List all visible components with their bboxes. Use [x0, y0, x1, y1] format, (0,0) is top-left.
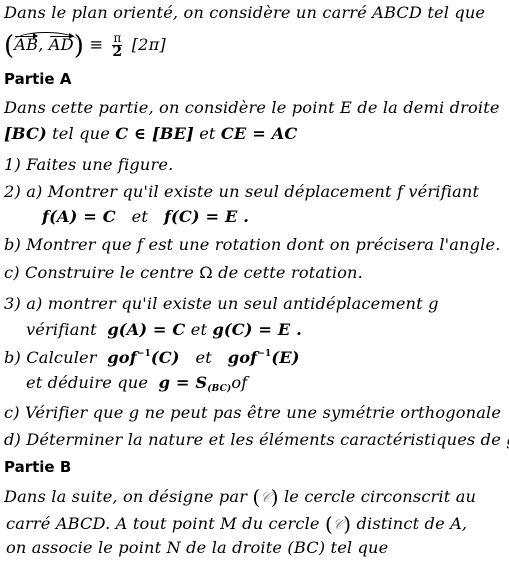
question-3a-line-1: 3) a) montrer qu'il existe un seul antid…: [4, 294, 439, 313]
question-2b: b) Montrer que f est une rotation dont o…: [4, 235, 501, 254]
partie-b-line-1: Dans la suite, on désigne par (𝒞) le cer…: [4, 485, 476, 509]
equiv-symbol: ≡: [89, 35, 104, 54]
partie-b-heading: Partie B: [4, 458, 72, 476]
partie-a-intro-line-2: [BC) tel que C ∈ [BE] et CE = AC: [4, 124, 297, 143]
close-paren: ): [270, 485, 279, 509]
close-paren: ): [343, 512, 352, 536]
f-c-eq-e: f(C) = E .: [163, 207, 250, 226]
intro-line-1: Dans le plan orienté, on considère un ca…: [4, 3, 486, 22]
text: et: [195, 348, 212, 367]
condition-ce-eq-ac: CE = AC: [220, 124, 298, 143]
half-line-bc: [BC): [4, 124, 47, 143]
circle-c-symbol: 𝒞: [260, 490, 271, 506]
close-paren: ): [73, 31, 85, 61]
text: le cercle circonscrit au: [283, 487, 477, 506]
question-3a-line-2: vérifiant g(A) = C et g(C) = E .: [26, 320, 302, 339]
angle-condition: (AB, AD) ≡ π2 [2π]: [4, 31, 166, 61]
vector-ad: AD: [48, 33, 74, 54]
question-3c: c) Vérifier que g ne peut pas être une s…: [4, 403, 502, 422]
text: de cette rotation.: [218, 263, 363, 282]
question-2c: c) Construire le centre Ω de cette rotat…: [4, 263, 363, 282]
question-3b-line-1: b) Calculer gof−1(C) et gof−1(E): [4, 348, 300, 367]
gof-inv-e: gof−1(E): [227, 348, 300, 367]
text: carré ABCD. A tout point M du cercle: [6, 514, 320, 533]
text: vérifiant: [26, 320, 97, 339]
fraction-pi-over-2: π2: [112, 32, 123, 60]
partie-b-line-2: carré ABCD. A tout point M du cercle (𝒞)…: [6, 512, 467, 536]
partie-b-line-3: on associe le point N de la droite (BC) …: [6, 538, 389, 557]
question-1: 1) Faites une figure.: [4, 155, 174, 174]
question-3d: d) Déterminer la nature et les éléments …: [4, 430, 509, 449]
text: tel que: [52, 124, 110, 143]
text: et déduire que: [26, 373, 149, 392]
g-eq-s-bc-of: g = S(BC)of: [158, 373, 248, 394]
partie-a-heading: Partie A: [4, 70, 72, 88]
open-paren: (: [324, 512, 333, 536]
text: et: [131, 207, 149, 226]
circle-c-symbol: 𝒞: [332, 517, 344, 533]
omega-symbol: Ω: [199, 263, 213, 282]
modulo-2pi: [2π]: [131, 35, 166, 54]
partie-a-intro-line-1: Dans cette partie, on considère le point…: [4, 98, 500, 117]
condition-c-in-be: C ∈ [BE]: [115, 124, 194, 143]
g-c-eq-e: g(C) = E .: [212, 320, 302, 339]
text: c) Construire le centre: [4, 263, 194, 282]
question-2a-line-2: f(A) = C et f(C) = E .: [42, 207, 249, 226]
fraction-denominator: 2: [112, 44, 123, 60]
open-paren: (: [4, 31, 15, 61]
question-2a-line-1: 2) a) Montrer qu'il existe un seul dépla…: [4, 182, 480, 201]
text: b) Calculer: [4, 348, 97, 367]
g-a-eq-c: g(A) = C: [107, 320, 186, 339]
question-3b-line-2: et déduire que g = S(BC)of: [26, 373, 247, 394]
vector-ab: AB: [14, 33, 39, 54]
text: et: [190, 320, 208, 339]
text: distinct de A,: [356, 514, 468, 533]
text: et: [199, 124, 216, 143]
gof-inv-c: gof−1(C): [107, 348, 180, 367]
text: Dans la suite, on désigne par: [4, 487, 248, 506]
f-a-eq-c: f(A) = C: [42, 207, 116, 226]
